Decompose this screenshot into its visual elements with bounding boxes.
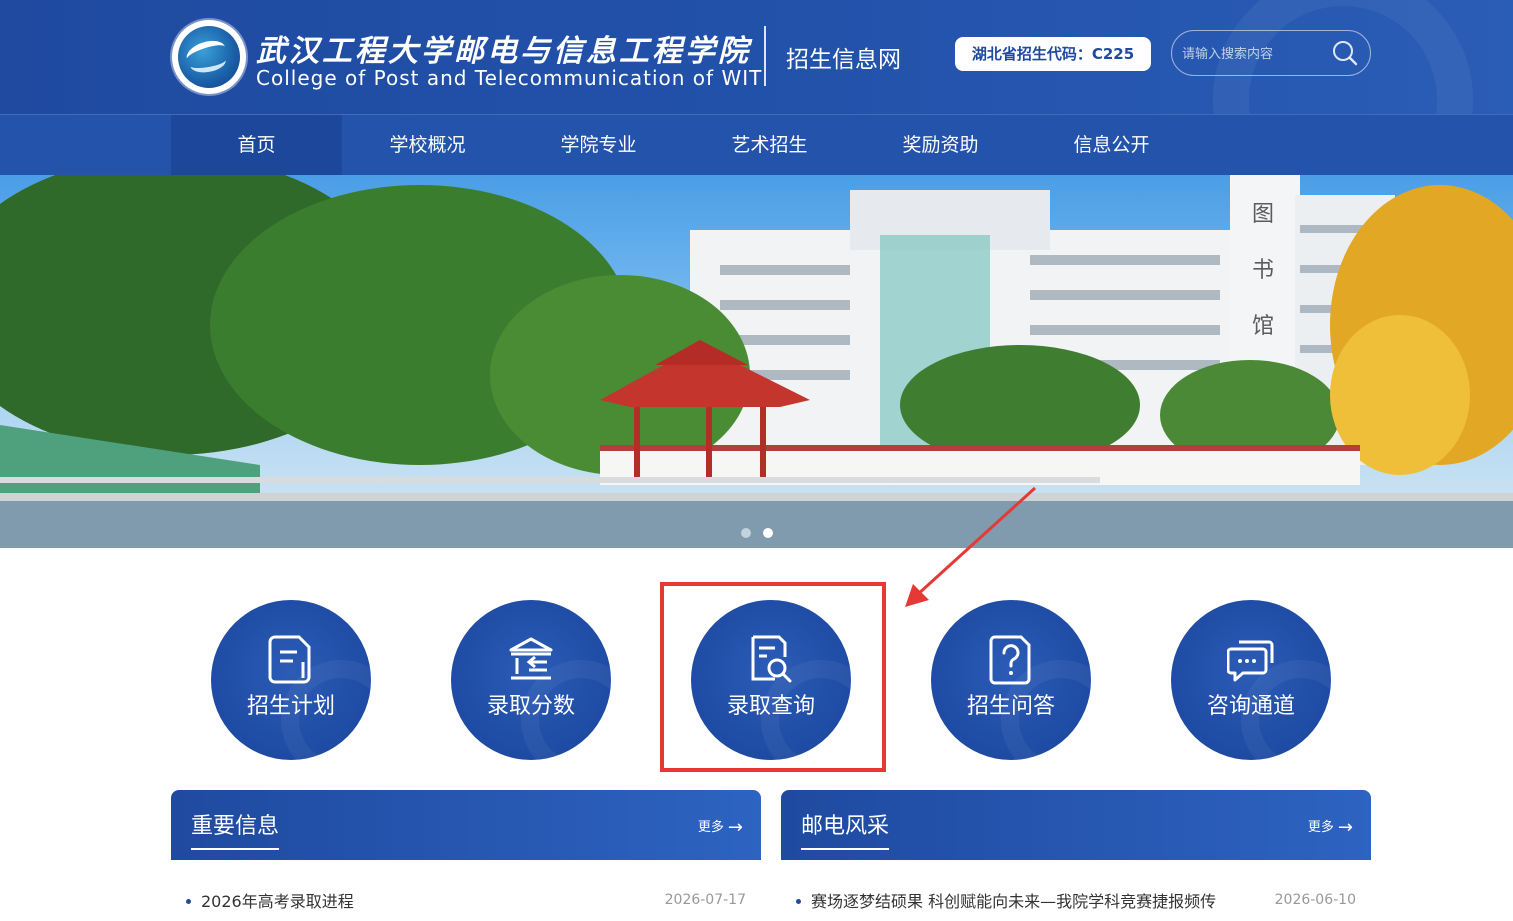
news-title[interactable]: 赛场逐梦结硕果 科创赋能向未来—我院学科竞赛捷报频传 (796, 888, 1216, 912)
nav-item-home[interactable]: 首页 (171, 115, 342, 176)
chat-icon (1227, 640, 1274, 682)
library-sign: 图书馆 (1252, 202, 1275, 339)
campus-photo (0, 175, 1513, 548)
quick-link-admission-plan[interactable]: 招生计划 (211, 600, 371, 760)
site-name: 招生信息网 (786, 47, 901, 73)
school-name-en: College of Post and Telecommunication of… (256, 66, 763, 90)
search-icon[interactable] (1332, 40, 1358, 66)
quick-link-label: 招生问答 (966, 694, 1055, 719)
news-item[interactable]: 2026年高考录取进程 2026-07-17 (186, 880, 746, 920)
nav-item-overview[interactable]: 学校概况 (342, 115, 513, 176)
arrow-right-icon: → (727, 817, 743, 838)
campus-style-panel-header: 邮电风采 更多 → (781, 790, 1371, 860)
panel-title-underline (801, 848, 889, 850)
quick-link-consultation[interactable]: 咨询通道 (1171, 600, 1331, 760)
more-link[interactable]: 更多 → (1308, 816, 1353, 838)
banner-dot-2[interactable] (763, 528, 773, 538)
banner-dot-1[interactable] (741, 528, 751, 538)
news-title[interactable]: 2026年高考录取进程 (186, 888, 354, 912)
question-icon (989, 635, 1031, 685)
search-input[interactable] (1182, 43, 1332, 65)
nav-item-financial-aid[interactable]: 奖励资助 (855, 115, 1026, 176)
quick-link-label: 录取分数 (486, 694, 575, 719)
quick-link-label: 招生计划 (246, 694, 335, 719)
admission-code-badge: 湖北省招生代码：C225 (955, 37, 1151, 71)
school-logo-icon[interactable] (172, 20, 246, 94)
institution-icon (509, 637, 553, 680)
campus-banner[interactable]: 图书馆 (0, 175, 1513, 548)
quick-link-faq[interactable]: 招生问答 (931, 600, 1091, 760)
news-item[interactable]: 赛场逐梦结硕果 科创赋能向未来—我院学科竞赛捷报频传 2026-06-10 (796, 880, 1356, 920)
arrow-right-icon: → (1337, 817, 1353, 838)
more-link[interactable]: 更多 → (698, 816, 743, 838)
panel-title: 重要信息 (191, 814, 280, 839)
panel-title-underline (191, 848, 279, 850)
highlight-annotation-box (660, 582, 886, 772)
nav-item-art-admission[interactable]: 艺术招生 (684, 115, 855, 176)
news-date: 2026-07-17 (664, 892, 746, 908)
nav-item-majors[interactable]: 学院专业 (513, 115, 684, 176)
quick-link-label: 咨询通道 (1206, 694, 1295, 719)
panel-title: 邮电风采 (801, 814, 890, 839)
school-name-cn[interactable]: 武汉工程大学邮电与信息工程学院 (256, 26, 751, 70)
header-divider (764, 26, 766, 86)
site-header: 武汉工程大学邮电与信息工程学院 College of Post and Tele… (0, 0, 1513, 114)
document-icon (268, 635, 311, 684)
main-nav: 首页 学校概况 学院专业 艺术招生 奖励资助 信息公开 (0, 114, 1513, 176)
important-info-panel-header: 重要信息 更多 → (171, 790, 761, 860)
annotation-arrow (905, 486, 1037, 607)
search-box (1171, 30, 1371, 76)
quick-link-admission-scores[interactable]: 录取分数 (451, 600, 611, 760)
news-date: 2026-06-10 (1274, 892, 1356, 908)
nav-item-disclosure[interactable]: 信息公开 (1026, 115, 1197, 176)
